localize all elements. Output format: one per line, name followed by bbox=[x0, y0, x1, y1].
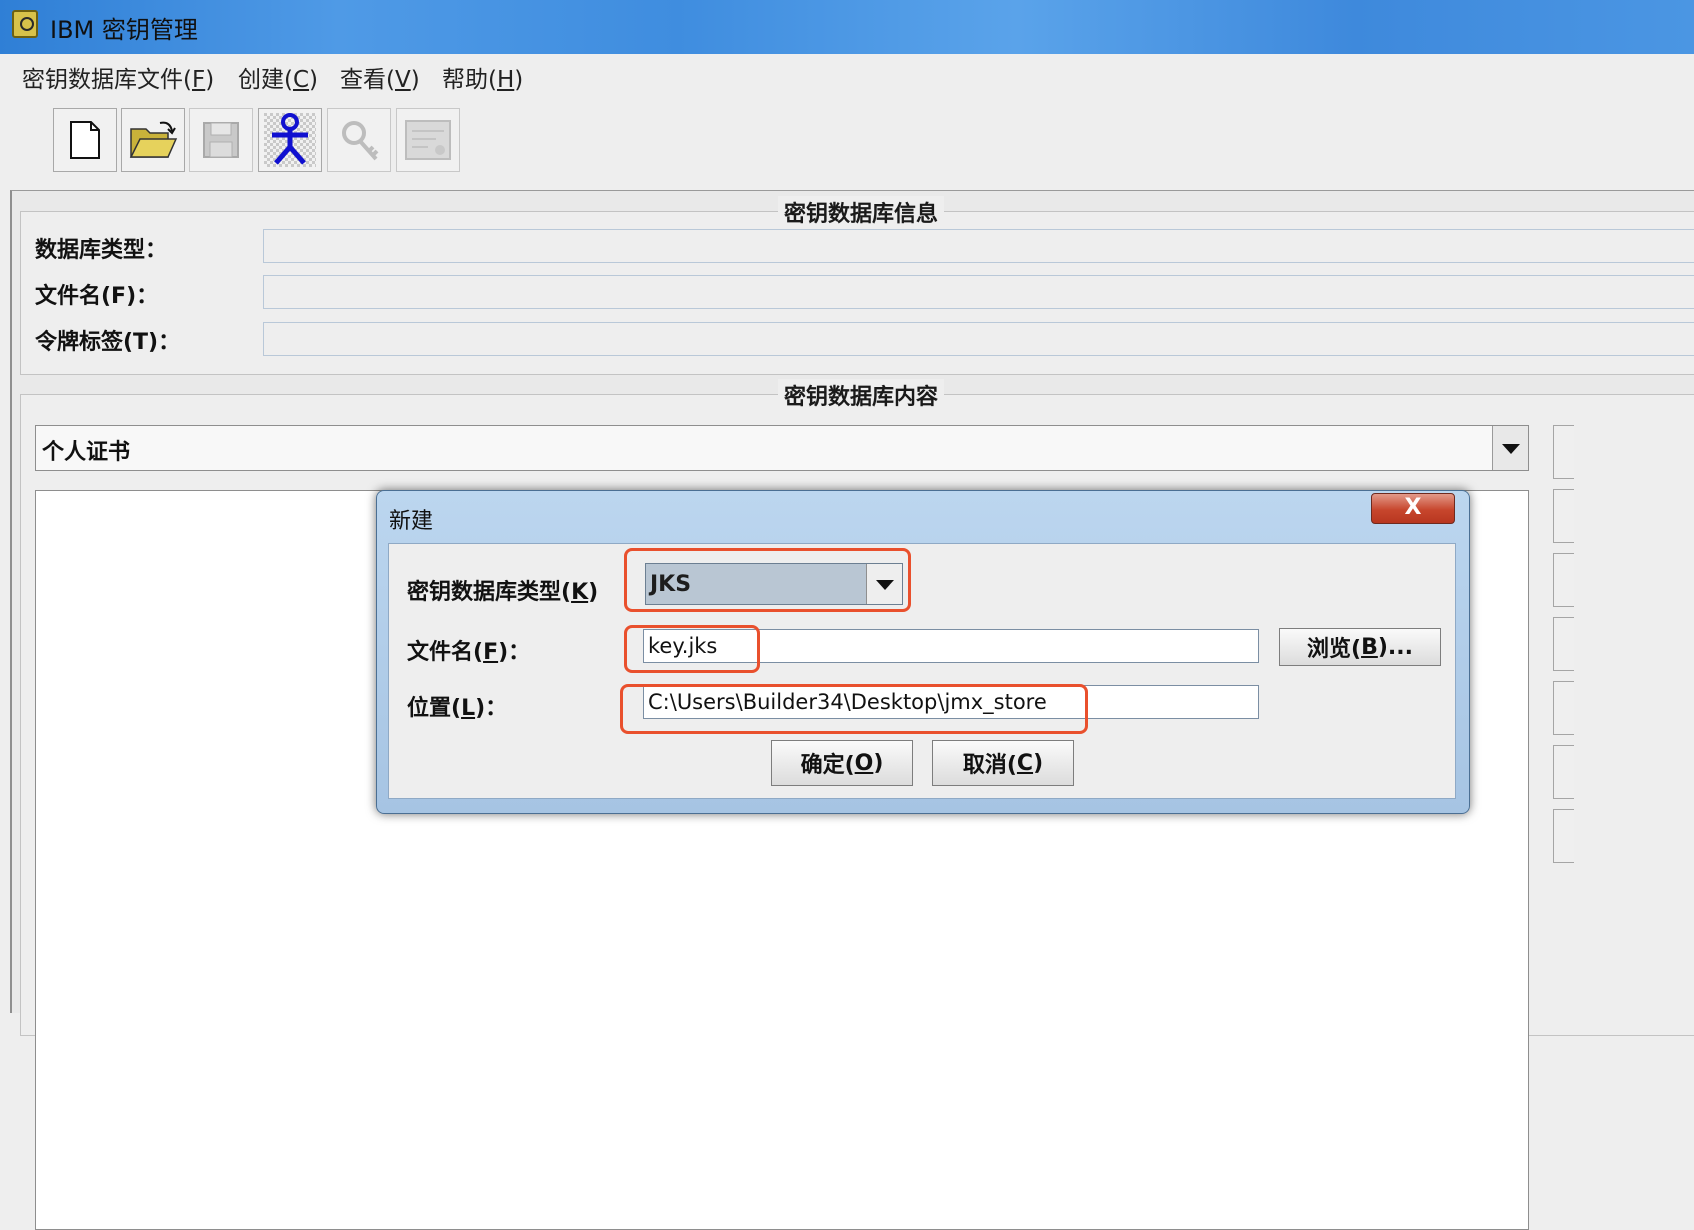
side-button-7[interactable] bbox=[1553, 809, 1574, 863]
db-type-select[interactable]: JKS bbox=[645, 563, 903, 605]
keydb-info-group: 密钥数据库信息 数据库类型： 文件名(F)： 令牌标签(T)： bbox=[20, 196, 1694, 375]
cert-type-value: 个人证书 bbox=[42, 440, 131, 465]
ok-button[interactable]: 确定(O) bbox=[771, 740, 913, 786]
filename-input[interactable]: key.jks bbox=[643, 629, 1259, 663]
cancel-button[interactable]: 取消(C) bbox=[932, 740, 1074, 786]
filename-label: 文件名(F)： bbox=[407, 640, 531, 665]
app-lock-icon bbox=[12, 10, 38, 38]
keydb-info-title: 密钥数据库信息 bbox=[777, 196, 945, 228]
open-folder-button[interactable] bbox=[121, 108, 185, 172]
key-icon bbox=[342, 121, 379, 161]
open-folder-icon bbox=[129, 121, 178, 158]
filename-field bbox=[263, 275, 1694, 309]
person-icon bbox=[264, 113, 316, 167]
dialog-body: 密钥数据库类型(K) JKS 文件名(F)： key.jks 浏览(B)... … bbox=[388, 543, 1456, 799]
menu-bar: 密钥数据库文件(F) 创建(C) 查看(V) 帮助(H) bbox=[0, 54, 1694, 94]
certificate-icon bbox=[405, 120, 451, 160]
save-icon bbox=[203, 122, 239, 158]
side-button-2[interactable] bbox=[1553, 489, 1574, 543]
menu-keydb-file[interactable]: 密钥数据库文件(F) bbox=[22, 60, 214, 94]
location-label: 位置(L)： bbox=[407, 696, 508, 721]
filename-label: 文件名(F)： bbox=[35, 284, 159, 309]
db-type-value: JKS bbox=[650, 572, 692, 597]
person-button[interactable] bbox=[258, 108, 322, 172]
db-type-label: 密钥数据库类型(K) bbox=[407, 580, 599, 605]
location-input[interactable]: C:\Users\Builder34\Desktop\jmx_store bbox=[643, 685, 1259, 719]
close-icon: X bbox=[1404, 495, 1422, 520]
db-type-label: 数据库类型： bbox=[35, 238, 168, 263]
new-file-button[interactable] bbox=[53, 108, 117, 172]
browse-button[interactable]: 浏览(B)... bbox=[1279, 628, 1441, 666]
menu-help[interactable]: 帮助(H) bbox=[442, 60, 523, 94]
close-button[interactable]: X bbox=[1371, 493, 1455, 524]
toolbar bbox=[0, 94, 1694, 190]
title-bar: IBM 密钥管理 bbox=[0, 0, 1694, 55]
certificate-button[interactable] bbox=[396, 108, 460, 172]
key-button[interactable] bbox=[327, 108, 391, 172]
db-type-field bbox=[263, 229, 1694, 263]
menu-view[interactable]: 查看(V) bbox=[340, 60, 420, 94]
side-button-5[interactable] bbox=[1553, 681, 1574, 735]
window-title: IBM 密钥管理 bbox=[50, 16, 198, 44]
keydb-content-title: 密钥数据库内容 bbox=[777, 379, 945, 411]
db-type-dropdown-button[interactable] bbox=[866, 564, 902, 604]
save-button[interactable] bbox=[189, 108, 253, 172]
new-file-icon bbox=[70, 121, 100, 159]
cert-type-dropdown-button[interactable] bbox=[1492, 426, 1528, 470]
side-button-1[interactable] bbox=[1553, 425, 1574, 479]
chevron-down-icon bbox=[1502, 444, 1520, 454]
token-field bbox=[263, 322, 1694, 356]
side-button-3[interactable] bbox=[1553, 553, 1574, 607]
cert-type-select[interactable]: 个人证书 bbox=[35, 425, 1529, 471]
new-keydb-dialog: 新建 X 密钥数据库类型(K) JKS 文件名(F)： key.jks 浏览(B… bbox=[376, 490, 1470, 814]
menu-create[interactable]: 创建(C) bbox=[238, 60, 318, 94]
side-button-6[interactable] bbox=[1553, 745, 1574, 799]
chevron-down-icon bbox=[876, 580, 894, 590]
token-label: 令牌标签(T)： bbox=[35, 330, 181, 355]
side-button-4[interactable] bbox=[1553, 617, 1574, 671]
dialog-title: 新建 bbox=[389, 509, 434, 534]
